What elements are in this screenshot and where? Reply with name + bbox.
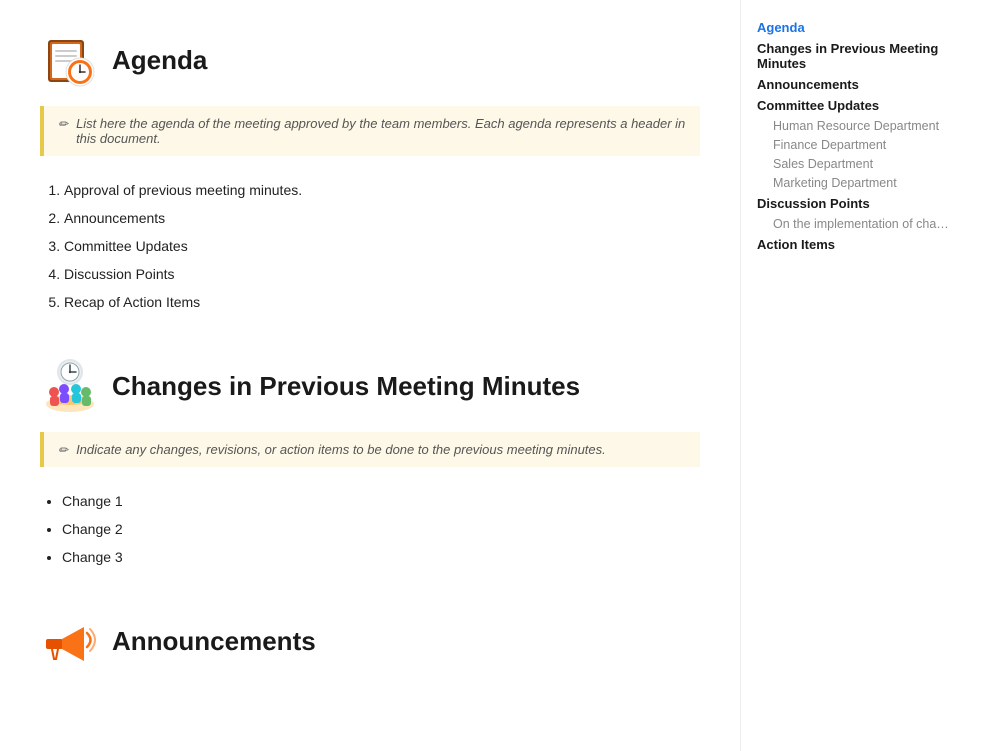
list-item: Approval of previous meeting minutes.	[64, 176, 700, 204]
sidebar-item-committee[interactable]: Committee Updates	[757, 98, 954, 113]
changes-callout-text: Indicate any changes, revisions, or acti…	[76, 442, 606, 457]
pencil-icon: ✏	[58, 117, 68, 131]
main-content: Agenda ✏ List here the agenda of the mee…	[0, 0, 740, 751]
calendar-clock-icon	[40, 30, 100, 90]
list-item: Change 2	[62, 515, 700, 543]
agenda-callout-text: List here the agenda of the meeting appr…	[76, 116, 686, 146]
sidebar-item-marketing[interactable]: Marketing Department	[757, 176, 954, 190]
clock-people-icon	[40, 356, 100, 416]
pencil-icon-2: ✏	[58, 443, 68, 457]
sidebar-item-changes[interactable]: Changes in Previous Meeting Minutes	[757, 41, 954, 71]
agenda-header: Agenda	[40, 30, 700, 90]
sidebar-item-action[interactable]: Action Items	[757, 237, 954, 252]
sidebar-item-hr[interactable]: Human Resource Department	[757, 119, 954, 133]
agenda-list: Approval of previous meeting minutes. An…	[64, 176, 700, 316]
agenda-callout: ✏ List here the agenda of the meeting ap…	[40, 106, 700, 156]
sidebar: Agenda Changes in Previous Meeting Minut…	[740, 0, 970, 751]
changes-title: Changes in Previous Meeting Minutes	[112, 371, 580, 402]
sidebar-item-finance[interactable]: Finance Department	[757, 138, 954, 152]
sidebar-item-agenda[interactable]: Agenda	[757, 20, 954, 35]
sidebar-item-sales[interactable]: Sales Department	[757, 157, 954, 171]
list-item: Committee Updates	[64, 232, 700, 260]
announcements-section: Announcements	[40, 611, 700, 671]
sidebar-item-announcements[interactable]: Announcements	[757, 77, 954, 92]
sidebar-item-discussion-sub[interactable]: On the implementation of changes in...	[757, 217, 954, 231]
announcements-header: Announcements	[40, 611, 700, 671]
list-item: Discussion Points	[64, 260, 700, 288]
list-item: Change 3	[62, 543, 700, 571]
agenda-title: Agenda	[112, 45, 207, 76]
agenda-section: Agenda ✏ List here the agenda of the mee…	[40, 30, 700, 316]
changes-list: Change 1 Change 2 Change 3	[62, 487, 700, 571]
list-item: Recap of Action Items	[64, 288, 700, 316]
sidebar-item-discussion[interactable]: Discussion Points	[757, 196, 954, 211]
list-item: Change 1	[62, 487, 700, 515]
megaphone-icon	[40, 611, 100, 671]
changes-callout: ✏ Indicate any changes, revisions, or ac…	[40, 432, 700, 467]
changes-section: Changes in Previous Meeting Minutes ✏ In…	[40, 356, 700, 571]
changes-header: Changes in Previous Meeting Minutes	[40, 356, 700, 416]
announcements-title: Announcements	[112, 626, 316, 657]
list-item: Announcements	[64, 204, 700, 232]
